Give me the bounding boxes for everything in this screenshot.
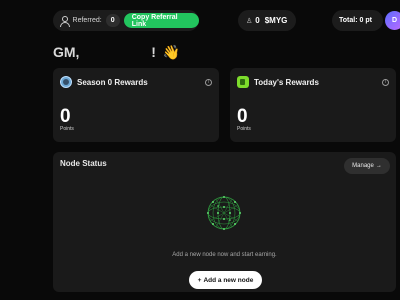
plus-icon: +	[197, 276, 202, 284]
todays-rewards-card: Today's Rewards i 0 Points	[230, 68, 396, 142]
season-rewards-card: Season 0 Rewards i 0 Points	[53, 68, 219, 142]
todays-rewards-unit: Points	[237, 126, 251, 132]
person-icon	[59, 15, 70, 27]
info-icon[interactable]: i	[382, 78, 389, 86]
greeting-prefix: GM,	[53, 44, 80, 60]
manage-label: Manage	[352, 163, 374, 169]
season-rewards-title: Season 0 Rewards	[77, 77, 148, 87]
season-rewards-unit: Points	[60, 126, 74, 132]
jar-icon	[237, 76, 249, 88]
referred-label: Referred:	[72, 17, 102, 24]
manage-button[interactable]: Manage →	[344, 158, 390, 174]
add-new-node-button[interactable]: + Add a new node	[189, 271, 262, 289]
todays-rewards-value: 0	[237, 106, 248, 127]
node-status-panel: Node Status Manage → Add a new node now …	[53, 152, 396, 292]
top-bar: Referred: 0 Copy Referral Link ♙ 0 $MYG …	[53, 10, 400, 31]
empty-state-message: Add a new node now and start earning.	[172, 252, 277, 258]
referral-pill: Referred: 0 Copy Referral Link	[53, 10, 199, 31]
myg-coin-icon: ♙	[246, 17, 253, 25]
globe-icon	[60, 76, 72, 88]
copy-referral-link-button[interactable]: Copy Referral Link	[123, 13, 199, 28]
info-icon[interactable]: i	[205, 78, 212, 86]
total-points: Total: 0 pt	[332, 10, 383, 31]
add-new-node-label: Add a new node	[203, 276, 254, 284]
myg-balance: ♙ 0 $MYG	[238, 10, 296, 31]
arrow-right-icon: →	[375, 163, 382, 169]
season-rewards-value: 0	[60, 106, 71, 127]
todays-rewards-title: Today's Rewards	[254, 77, 319, 87]
wave-emoji: 👋	[162, 44, 181, 60]
myg-balance-symbol: $MYG	[264, 16, 288, 25]
greeting: GM, ! 👋	[53, 44, 180, 61]
node-status-title: Node Status	[60, 159, 107, 168]
myg-balance-amount: 0	[255, 16, 260, 25]
network-sphere-icon	[207, 196, 241, 230]
avatar[interactable]: D	[385, 11, 400, 30]
greeting-suffix: !	[151, 44, 156, 60]
referred-count: 0	[105, 14, 120, 27]
